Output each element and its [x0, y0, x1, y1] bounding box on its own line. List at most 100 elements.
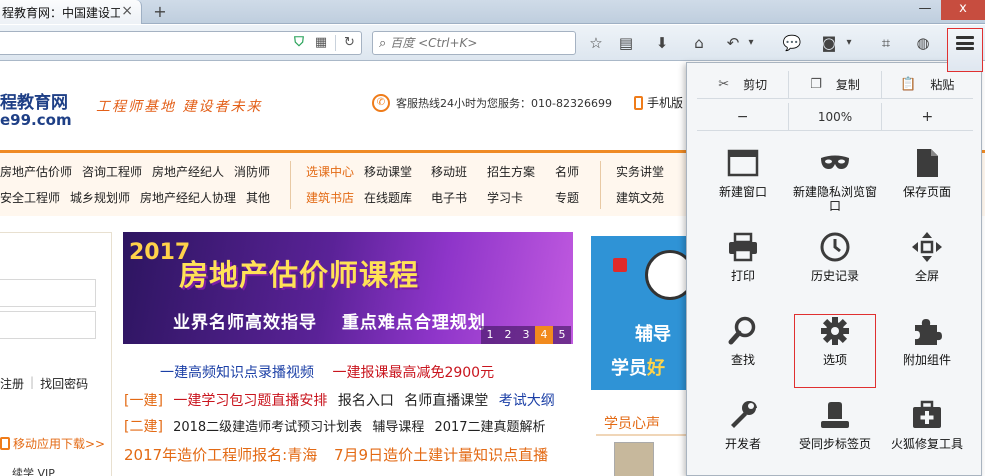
- username-field[interactable]: [0, 279, 96, 307]
- bookmark-star-icon[interactable]: ☆: [585, 33, 607, 53]
- nav-link[interactable]: 房地产经纪人: [152, 163, 224, 180]
- hotline-text: 客服热线24小时为您服务：010-82326699: [396, 97, 612, 110]
- search-input[interactable]: [390, 36, 551, 50]
- paste-button[interactable]: 📋 粘贴: [880, 71, 973, 98]
- news-tag: [二建]: [124, 419, 163, 435]
- download-icon[interactable]: ⬇: [651, 33, 673, 53]
- news-link[interactable]: 考试大纲: [499, 393, 555, 409]
- repair-tool-button[interactable]: 火狐修复工具: [881, 393, 973, 476]
- crop-icon[interactable]: ⌗: [875, 33, 897, 53]
- banner-page-5[interactable]: 5: [553, 326, 571, 344]
- banner-page-1[interactable]: 1: [481, 326, 499, 344]
- nav-link[interactable]: 专题: [555, 189, 579, 206]
- news-link[interactable]: 一建报课最高减免2900元: [332, 365, 494, 381]
- side-banner-text-2b: 好: [647, 358, 665, 379]
- camera-dropdown-icon[interactable]: ▾: [842, 33, 856, 53]
- banner-page-3[interactable]: 3: [517, 326, 535, 344]
- nav-link[interactable]: 实务讲堂: [616, 163, 664, 180]
- side-promo-banner[interactable]: 辅导 学员好: [591, 236, 701, 390]
- url-bar[interactable]: ⛉ ▦ ↻: [0, 31, 362, 55]
- zoom-in-button[interactable]: +: [882, 103, 973, 130]
- minimize-button[interactable]: —: [909, 0, 941, 20]
- site-logo-domain[interactable]: e99.com: [0, 111, 72, 129]
- bookmarks-list-icon[interactable]: ▤: [615, 33, 637, 53]
- news-link[interactable]: 2018二级建造师考试预习计划表: [173, 420, 362, 435]
- fullscreen-button[interactable]: 全屏: [881, 225, 973, 309]
- reload-icon[interactable]: ↻: [335, 35, 357, 51]
- nav-link[interactable]: 安全工程师: [0, 189, 60, 206]
- nav-link[interactable]: 城乡规划师: [70, 189, 130, 206]
- shield-icon[interactable]: ⛉: [291, 35, 307, 51]
- nav-link[interactable]: 电子书: [431, 189, 487, 206]
- print-button[interactable]: 打印: [697, 225, 789, 309]
- nav-link[interactable]: 招生方案: [487, 163, 555, 180]
- student-photo[interactable]: [614, 442, 654, 476]
- history-button[interactable]: 历史记录: [789, 225, 881, 309]
- zoom-out-button[interactable]: −: [697, 103, 788, 130]
- nav-link[interactable]: 房地产经纪人协理: [140, 189, 236, 206]
- nav-link[interactable]: 房地产估价师: [0, 163, 72, 180]
- browser-tab[interactable]: 程教育网：中国建设工 ×: [0, 0, 142, 24]
- password-field[interactable]: [0, 311, 96, 339]
- nav-link[interactable]: 移动课堂: [364, 163, 431, 180]
- page-icon: [911, 147, 943, 179]
- nav-link[interactable]: 选课中心: [306, 163, 364, 180]
- mobile-version-link[interactable]: 手机版: [634, 94, 683, 111]
- side-banner-text-2a: 学员: [611, 358, 647, 379]
- close-window-button[interactable]: x: [941, 0, 985, 20]
- news-link[interactable]: 2017年造价工程师报名:青海: [124, 446, 317, 464]
- nav-link[interactable]: 学习卡: [487, 189, 555, 206]
- chat-bubble-icon[interactable]: 💬: [781, 33, 803, 53]
- qr-code-icon[interactable]: ▦: [313, 35, 329, 51]
- menu-item-label: 火狐修复工具: [890, 437, 963, 451]
- course-banner[interactable]: 2017 房地产估价师课程 业界名师高效指导 重点难点合理规划 1 2 3 4 …: [123, 232, 573, 344]
- open-menu-button[interactable]: [947, 28, 983, 72]
- news-link[interactable]: 辅导课程: [372, 420, 424, 435]
- nav-link[interactable]: 建筑文苑: [616, 189, 664, 206]
- nav-divider: [600, 161, 601, 209]
- mobile-app-download[interactable]: 移动应用下载>>: [0, 435, 105, 452]
- nav-link[interactable]: 咨询工程师: [82, 163, 142, 180]
- home-icon[interactable]: ⌂: [688, 33, 710, 53]
- site-logo-name[interactable]: 程教育网: [0, 88, 68, 113]
- palette-icon[interactable]: ◍: [912, 33, 934, 53]
- news-link[interactable]: 一建高频知识点录播视频: [160, 365, 314, 381]
- undo-dropdown-icon[interactable]: ▾: [744, 33, 758, 53]
- synced-tabs-button[interactable]: 受同步标签页: [789, 393, 881, 476]
- small-links[interactable]: 续学 VIP: [12, 465, 55, 476]
- new-private-window-button[interactable]: 新建隐私浏览窗口: [789, 141, 881, 225]
- developer-button[interactable]: 开发者: [697, 393, 789, 476]
- banner-subtitle: 业界名师高效指导 重点难点合理规划: [173, 308, 504, 333]
- undo-icon[interactable]: ↶: [722, 33, 744, 53]
- nav-link[interactable]: 移动班: [431, 163, 487, 180]
- banner-page-4[interactable]: 4: [535, 326, 553, 344]
- nav-link[interactable]: 建筑书店: [306, 189, 364, 206]
- new-window-button[interactable]: 新建窗口: [697, 141, 789, 225]
- new-tab-button[interactable]: +: [150, 2, 170, 22]
- side-banner-text: 辅导: [635, 324, 671, 345]
- nav-link[interactable]: 其他: [246, 189, 270, 206]
- addons-button[interactable]: 附加组件: [881, 309, 973, 393]
- sync-icon: [819, 399, 851, 431]
- news-link[interactable]: 一建学习包习题直播安排: [173, 393, 327, 409]
- student-voice-title: 学员心声: [604, 416, 660, 432]
- camera-icon[interactable]: ◙: [818, 33, 840, 53]
- news-link[interactable]: 名师直播课堂: [404, 393, 488, 409]
- zoom-reset-button[interactable]: 100%: [788, 103, 882, 130]
- news-link[interactable]: 2017二建真题解析: [434, 420, 545, 435]
- register-link[interactable]: 注册: [0, 375, 24, 392]
- news-link[interactable]: 报名入口: [338, 393, 394, 409]
- news-link[interactable]: 7月9日造价土建计量知识点直播: [334, 446, 548, 464]
- nav-link[interactable]: 在线题库: [364, 189, 431, 206]
- nav-link[interactable]: 消防师: [234, 163, 270, 180]
- find-password-link[interactable]: 找回密码: [40, 375, 88, 392]
- nav-link[interactable]: 名师: [555, 163, 579, 180]
- options-button[interactable]: 选项: [789, 309, 881, 393]
- banner-page-2[interactable]: 2: [499, 326, 517, 344]
- cut-button[interactable]: ✂ 剪切: [697, 71, 788, 98]
- save-page-button[interactable]: 保存页面: [881, 141, 973, 225]
- find-button[interactable]: 查找: [697, 309, 789, 393]
- tab-close-icon[interactable]: ×: [121, 4, 133, 18]
- copy-button[interactable]: ❐ 复制: [788, 71, 880, 98]
- search-box[interactable]: ⌕: [372, 31, 576, 55]
